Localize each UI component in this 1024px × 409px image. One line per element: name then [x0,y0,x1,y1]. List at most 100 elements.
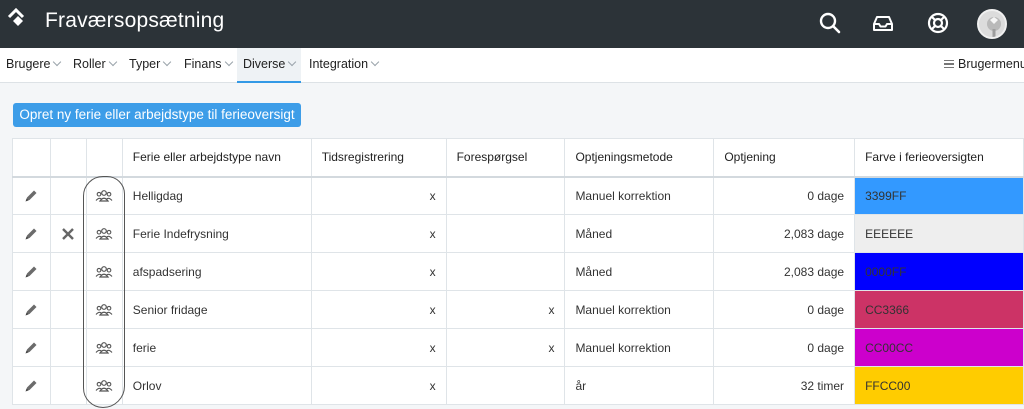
close-icon [61,226,75,240]
column-header-name[interactable]: Ferie eller arbejdstype navn [121,138,312,178]
cell-name: Helligdag [121,176,312,215]
edit-button[interactable] [12,214,51,253]
nav-item-roller[interactable]: Roller [73,48,117,83]
app-title: Fraværsopsætning [45,9,225,32]
cell-name: ferie [121,328,312,367]
nav-item-finans[interactable]: Finans [184,48,233,83]
cell-farve: EEEEEE [854,214,1024,253]
hamburger-icon [944,60,954,68]
cell-farve: 0000FF [854,252,1024,291]
cell-forespoergsel [445,176,566,215]
nav-item-label: Roller [73,57,106,71]
edit-button[interactable] [12,176,51,215]
pencil-icon [23,264,39,278]
cell-forespoergsel: x [445,328,566,367]
pencil-icon [23,188,39,202]
avatar-image [987,17,1001,37]
chevron-down-icon [163,57,172,67]
pencil-icon [23,302,39,316]
users-icon [95,188,113,202]
nav-item-label: Brugere [6,57,51,71]
cell-tidsregistrering: x [310,252,447,291]
user-menu-button[interactable]: Brugermenu [944,48,1024,83]
cell-farve: 3399FF [854,176,1024,215]
users-button[interactable] [85,366,123,405]
edit-button[interactable] [12,328,51,367]
main-navigation: Brugere Roller Typer Finans Diverse Inte… [0,48,1024,83]
nav-item-label: Diverse [243,57,286,71]
users-icon [95,340,113,354]
users-icon [95,378,113,392]
inbox-icon[interactable] [871,11,895,35]
cell-optjeningsmetode: Måned [564,214,715,253]
cell-optjeningsmetode: Måned [564,252,715,291]
column-header-delete [49,138,87,178]
users-button[interactable] [85,290,123,329]
pencil-icon [23,340,39,354]
search-icon[interactable] [818,11,842,35]
cell-optjening: 2,083 dage [713,214,856,253]
chevron-down-icon [224,57,233,67]
cell-farve: CC3366 [854,290,1024,329]
user-menu-label: Brugermenu [958,57,1024,71]
table-row: Senior fridage x x Manuel korrektion 0 dage C… [12,290,1024,329]
cell-tidsregistrering: x [310,176,447,215]
cell-tidsregistrering: x [310,214,447,253]
chevron-down-icon [288,57,297,67]
cell-name: Ferie Indefrysning [121,214,312,253]
nav-item-diverse[interactable]: Diverse [237,48,302,83]
edit-button[interactable] [12,290,51,329]
column-header-tidsregistrering[interactable]: Tidsregistrering [310,138,447,178]
cell-forespoergsel [445,214,566,253]
delete-cell [49,176,87,215]
pencil-icon [23,226,39,240]
nav-item-label: Typer [129,57,161,71]
cell-tidsregistrering: x [310,290,447,329]
edit-button[interactable] [12,252,51,291]
delete-cell [49,290,87,329]
cell-optjening: 0 dage [713,176,856,215]
logo-icon[interactable] [6,7,28,27]
nav-item-brugere[interactable]: Brugere [6,48,62,83]
column-header-forespoergsel[interactable]: Forespørgsel [445,138,566,178]
nav-item-label: Finans [184,57,222,71]
cell-optjeningsmetode: Manuel korrektion [564,328,715,367]
types-table: Ferie eller arbejdstype navn Tidsregistr… [12,138,1024,405]
column-header-farve[interactable]: Farve i ferieoversigten [854,138,1024,178]
avatar[interactable] [977,9,1007,39]
column-header-optjening[interactable]: Optjening [713,138,856,178]
users-button[interactable] [85,252,123,291]
edit-button[interactable] [12,366,51,405]
cell-tidsregistrering: x [310,328,447,367]
create-type-button[interactable]: Opret ny ferie eller arbejdstype til fer… [13,103,301,127]
cell-farve: FFCC00 [854,366,1024,405]
cell-optjeningsmetode: Manuel korrektion [564,290,715,329]
top-bar: Fraværsopsætning [0,0,1024,48]
cell-forespoergsel [445,252,566,291]
delete-cell [49,252,87,291]
nav-item-label: Integration [309,57,369,71]
cell-name: Orlov [121,366,312,405]
cell-farve: CC00CC [854,328,1024,367]
cell-optjening: 32 timer [713,366,856,405]
column-header-optjeningsmetode[interactable]: Optjeningsmetode [564,138,715,178]
cell-name: Senior fridage [121,290,312,329]
users-button[interactable] [85,328,123,367]
help-icon[interactable] [926,11,950,35]
delete-cell [49,328,87,367]
chevron-down-icon [370,57,380,67]
chevron-down-icon [108,57,117,67]
cell-optjeningsmetode: Manuel korrektion [564,176,715,215]
cell-name: afspadsering [121,252,312,291]
nav-item-integration[interactable]: Integration [309,48,380,83]
delete-cell [49,366,87,405]
delete-cell[interactable] [49,214,87,253]
users-button[interactable] [85,176,123,215]
users-button[interactable] [85,214,123,253]
cell-optjeningsmetode: år [564,366,715,405]
cell-optjening: 0 dage [713,328,856,367]
nav-item-typer[interactable]: Typer [129,48,172,83]
column-header-edit [12,138,51,178]
table-row: Orlov x år 32 timer FFCC00 [12,366,1024,405]
table-row: Helligdag x Manuel korrektion 0 dage 3399FF [12,176,1024,215]
